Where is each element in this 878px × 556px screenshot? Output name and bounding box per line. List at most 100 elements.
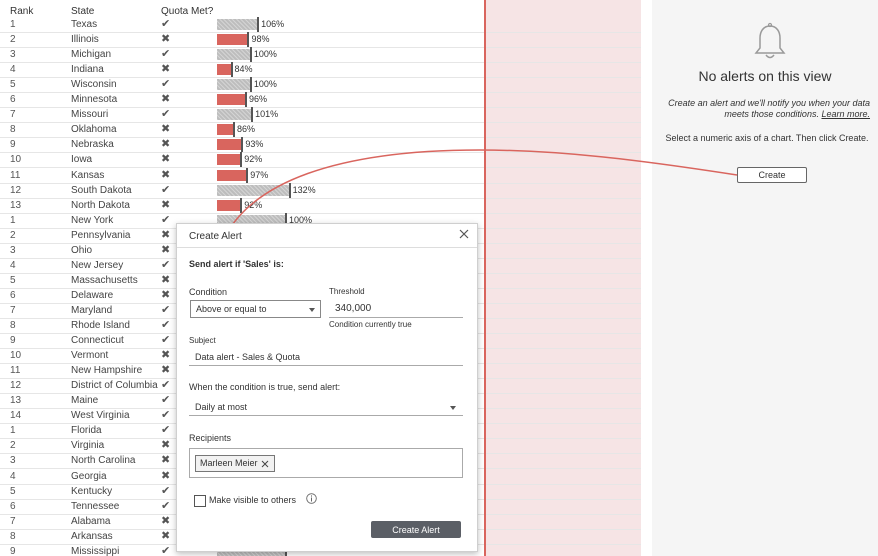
table-row[interactable]: 13 North Dakota ✖ 92% [0, 197, 641, 214]
quota-not-met-icon: ✖ [161, 123, 171, 136]
sales-bar[interactable] [217, 94, 247, 106]
quota-marker [246, 167, 249, 183]
quota-met-icon: ✔ [161, 379, 171, 392]
create-alert-panel-button[interactable]: Create [737, 167, 807, 183]
threshold-line[interactable] [484, 0, 486, 556]
quota-marker [241, 137, 244, 153]
state-cell: Kansas [71, 169, 105, 181]
chevron-down-icon[interactable] [450, 406, 456, 410]
rank-cell: 12 [10, 184, 22, 196]
quota-met-icon: ✔ [161, 544, 171, 556]
sales-bar[interactable] [217, 79, 251, 91]
sales-bar[interactable] [217, 34, 249, 46]
rank-cell: 5 [10, 79, 16, 91]
alerts-description: Create an alert and we'll notify you whe… [664, 98, 870, 120]
threshold-input[interactable]: 340,000 [335, 303, 371, 314]
table-row[interactable]: 1 Texas ✔ 106% [0, 17, 641, 33]
sales-bar[interactable] [217, 154, 242, 166]
subject-input-underline [189, 365, 463, 366]
state-cell: South Dakota [71, 184, 132, 196]
percent-of-quota-label: 101% [255, 109, 279, 120]
condition-select[interactable]: Above or equal to [190, 300, 321, 318]
quota-met-icon: ✔ [161, 394, 171, 407]
quota-marker [249, 47, 252, 63]
alerts-instruction: Select a numeric axis of a chart. Then c… [665, 133, 869, 143]
rank-cell: 11 [10, 169, 21, 181]
quota-marker [240, 197, 243, 213]
percent-of-quota-label: 97% [250, 169, 269, 180]
make-visible-checkbox[interactable] [194, 495, 206, 507]
sales-bar[interactable] [217, 64, 232, 76]
rank-cell: 8 [10, 530, 16, 542]
rank-cell: 2 [10, 440, 16, 452]
quota-met-icon: ✔ [161, 303, 171, 316]
rank-cell: 1 [10, 425, 16, 437]
subject-input[interactable]: Data alert - Sales & Quota [195, 352, 300, 362]
threshold-label: Threshold [329, 287, 365, 296]
table-row[interactable]: 11 Kansas ✖ 97% [0, 167, 641, 184]
quota-not-met-icon: ✖ [161, 273, 171, 286]
state-cell: Maine [71, 395, 99, 407]
rank-cell: 2 [10, 34, 16, 46]
condition-value: Above or equal to [196, 304, 267, 314]
dialog-divider [177, 247, 477, 248]
learn-more-link[interactable]: Learn more. [821, 109, 870, 119]
rank-cell: 4 [10, 64, 16, 76]
sales-bar[interactable] [217, 109, 253, 121]
quota-met-icon: ✔ [161, 18, 171, 30]
quota-not-met-icon: ✖ [161, 349, 171, 362]
table-row[interactable]: 12 South Dakota ✔ 132% [0, 182, 641, 199]
state-cell: Indiana [71, 64, 104, 76]
sales-bar[interactable] [217, 169, 248, 181]
quota-marker [249, 77, 252, 93]
sales-bar[interactable] [217, 139, 243, 151]
percent-of-quota-label: 92% [244, 199, 263, 210]
state-cell: Delaware [71, 289, 114, 301]
table-row[interactable]: 2 Illinois ✖ 98% [0, 32, 641, 49]
table-row[interactable]: 3 Michigan ✔ 100% [0, 47, 641, 64]
quota-not-met-icon: ✖ [161, 153, 171, 166]
frequency-underline [189, 415, 463, 416]
rank-cell: 13 [10, 199, 22, 211]
state-cell: Wisconsin [71, 79, 117, 91]
table-row[interactable]: 4 Indiana ✖ 84% [0, 62, 641, 79]
sales-bar[interactable] [217, 124, 234, 136]
recipients-input[interactable]: Marleen Meier [189, 448, 463, 478]
close-icon[interactable] [458, 228, 470, 240]
quota-met-icon: ✔ [161, 108, 171, 121]
rank-cell: 6 [10, 94, 16, 106]
sales-bar[interactable] [217, 19, 259, 30]
quota-met-icon: ✔ [161, 484, 171, 497]
quota-not-met-icon: ✖ [161, 439, 171, 452]
rank-cell: 10 [10, 350, 22, 362]
table-row[interactable]: 6 Minnesota ✖ 96% [0, 92, 641, 109]
quota-not-met-icon: ✖ [161, 198, 171, 211]
rank-cell: 10 [10, 154, 22, 166]
subject-label: Subject [189, 336, 216, 345]
header-quota-met: Quota Met? [161, 6, 214, 17]
state-cell: Michigan [71, 49, 112, 61]
create-alert-button[interactable]: Create Alert [371, 521, 461, 538]
sales-bar[interactable] [217, 49, 251, 61]
state-cell: New Jersey [71, 259, 124, 271]
info-icon[interactable] [306, 493, 317, 504]
when-condition-label: When the condition is true, send alert: [189, 382, 341, 392]
table-row[interactable]: 5 Wisconsin ✔ 100% [0, 77, 641, 94]
threshold-input-underline [329, 317, 463, 318]
sales-bar[interactable] [217, 199, 242, 211]
table-row[interactable]: 9 Nebraska ✖ 93% [0, 137, 641, 154]
table-row[interactable]: 10 Iowa ✖ 92% [0, 152, 641, 169]
quota-met-icon: ✔ [161, 499, 171, 512]
remove-recipient-icon[interactable] [261, 460, 269, 468]
table-row[interactable]: 7 Missouri ✔ 101% [0, 107, 641, 124]
sales-bar[interactable] [217, 184, 290, 196]
rank-cell: 6 [10, 289, 16, 301]
quota-met-icon: ✔ [161, 78, 171, 91]
rank-cell: 1 [10, 19, 16, 30]
state-cell: Minnesota [71, 94, 118, 106]
rank-cell: 7 [10, 304, 16, 316]
table-row[interactable]: 8 Oklahoma ✖ 86% [0, 122, 641, 139]
quota-marker [230, 62, 233, 78]
rank-cell: 8 [10, 320, 16, 331]
frequency-select[interactable]: Daily at most [195, 402, 247, 412]
